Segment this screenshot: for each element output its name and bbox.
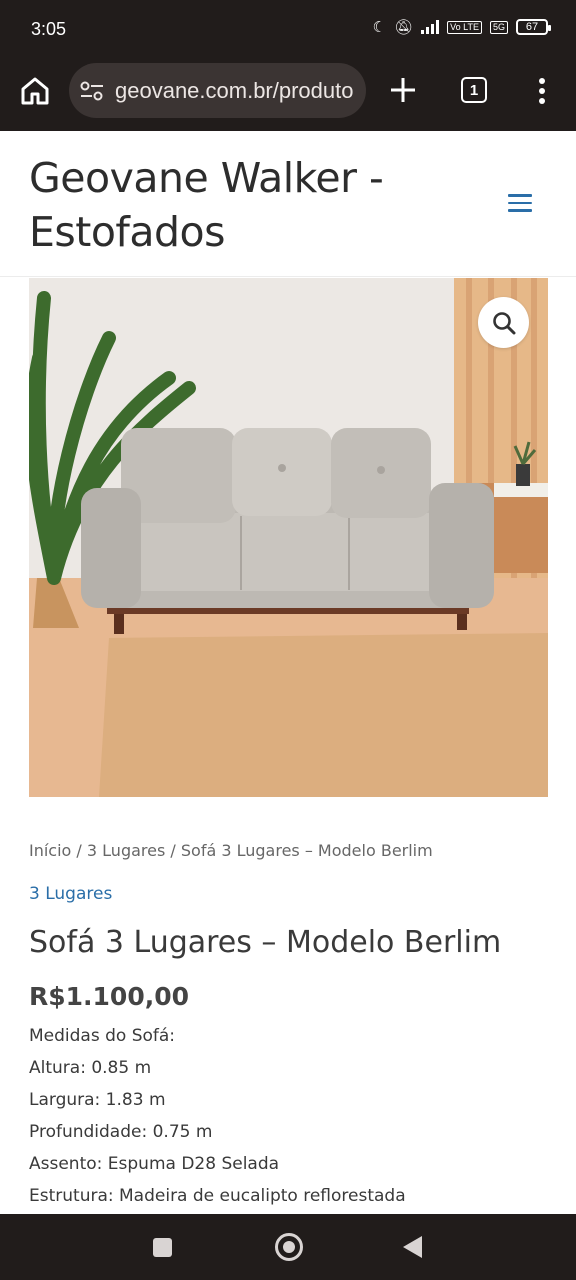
description-line: Medidas do Sofá: xyxy=(29,1026,176,1046)
description-line: Largura: 1.83 m xyxy=(29,1090,166,1110)
breadcrumb-category-link[interactable]: 3 Lugares xyxy=(87,841,165,860)
hamburger-menu-icon[interactable] xyxy=(508,194,532,212)
product-image[interactable] xyxy=(29,278,548,797)
url-text: geovane.com.br/produto xyxy=(115,77,354,103)
status-bar: 3:05 ☾ 🔕︎ Vo LTE 5G 67 xyxy=(0,0,576,60)
breadcrumb-separator: / xyxy=(71,841,87,860)
battery-icon: 67 xyxy=(516,19,551,35)
status-icons: ☾ 🔕︎ Vo LTE 5G 67 xyxy=(372,18,551,36)
tune-icon[interactable] xyxy=(79,80,105,102)
home-icon[interactable] xyxy=(18,74,52,108)
moon-icon: ☾ xyxy=(372,19,387,36)
breadcrumb-home-link[interactable]: Início xyxy=(29,841,71,860)
home-circle-icon[interactable] xyxy=(275,1233,303,1261)
breadcrumb-current: Sofá 3 Lugares – Modelo Berlim xyxy=(180,841,433,860)
product-title: Sofá 3 Lugares – Modelo Berlim xyxy=(29,925,502,960)
description-line: Altura: 0.85 m xyxy=(29,1058,152,1078)
back-icon[interactable] xyxy=(403,1236,422,1258)
address-bar[interactable]: geovane.com.br/produto xyxy=(69,63,366,118)
breadcrumb: Início / 3 Lugares / Sofá 3 Lugares – Mo… xyxy=(29,841,433,860)
status-time: 3:05 xyxy=(31,19,67,39)
product-price: R$1.100,00 xyxy=(29,982,190,1011)
plus-icon[interactable] xyxy=(387,74,419,106)
tabs-icon[interactable]: 1 xyxy=(461,77,487,103)
breadcrumb-separator: / xyxy=(165,841,181,860)
site-header: Geovane Walker - Estofados xyxy=(0,131,576,277)
magnifier-icon[interactable] xyxy=(478,297,529,348)
description-line: Assento: Espuma D28 Selada xyxy=(29,1154,280,1174)
product-description: Medidas do Sofá: Altura: 0.85 m Largura:… xyxy=(29,1022,406,1214)
recents-icon[interactable] xyxy=(153,1238,172,1257)
signal-icon xyxy=(421,20,440,34)
sofa-photo xyxy=(29,278,548,797)
system-nav-bar xyxy=(0,1214,576,1280)
description-line: Estrutura: Madeira de eucalipto reflores… xyxy=(29,1186,406,1206)
volte-icon: Vo LTE xyxy=(447,20,482,34)
browser-toolbar: geovane.com.br/produto 1 xyxy=(0,60,576,131)
description-line: Profundidade: 0.75 m xyxy=(29,1122,213,1142)
5g-signal-icon: 5G xyxy=(489,20,508,34)
mute-icon: 🔕︎ xyxy=(394,19,414,36)
site-title[interactable]: Geovane Walker - Estofados xyxy=(29,151,449,259)
more-vert-icon[interactable] xyxy=(530,77,554,105)
category-link[interactable]: 3 Lugares xyxy=(29,884,112,904)
